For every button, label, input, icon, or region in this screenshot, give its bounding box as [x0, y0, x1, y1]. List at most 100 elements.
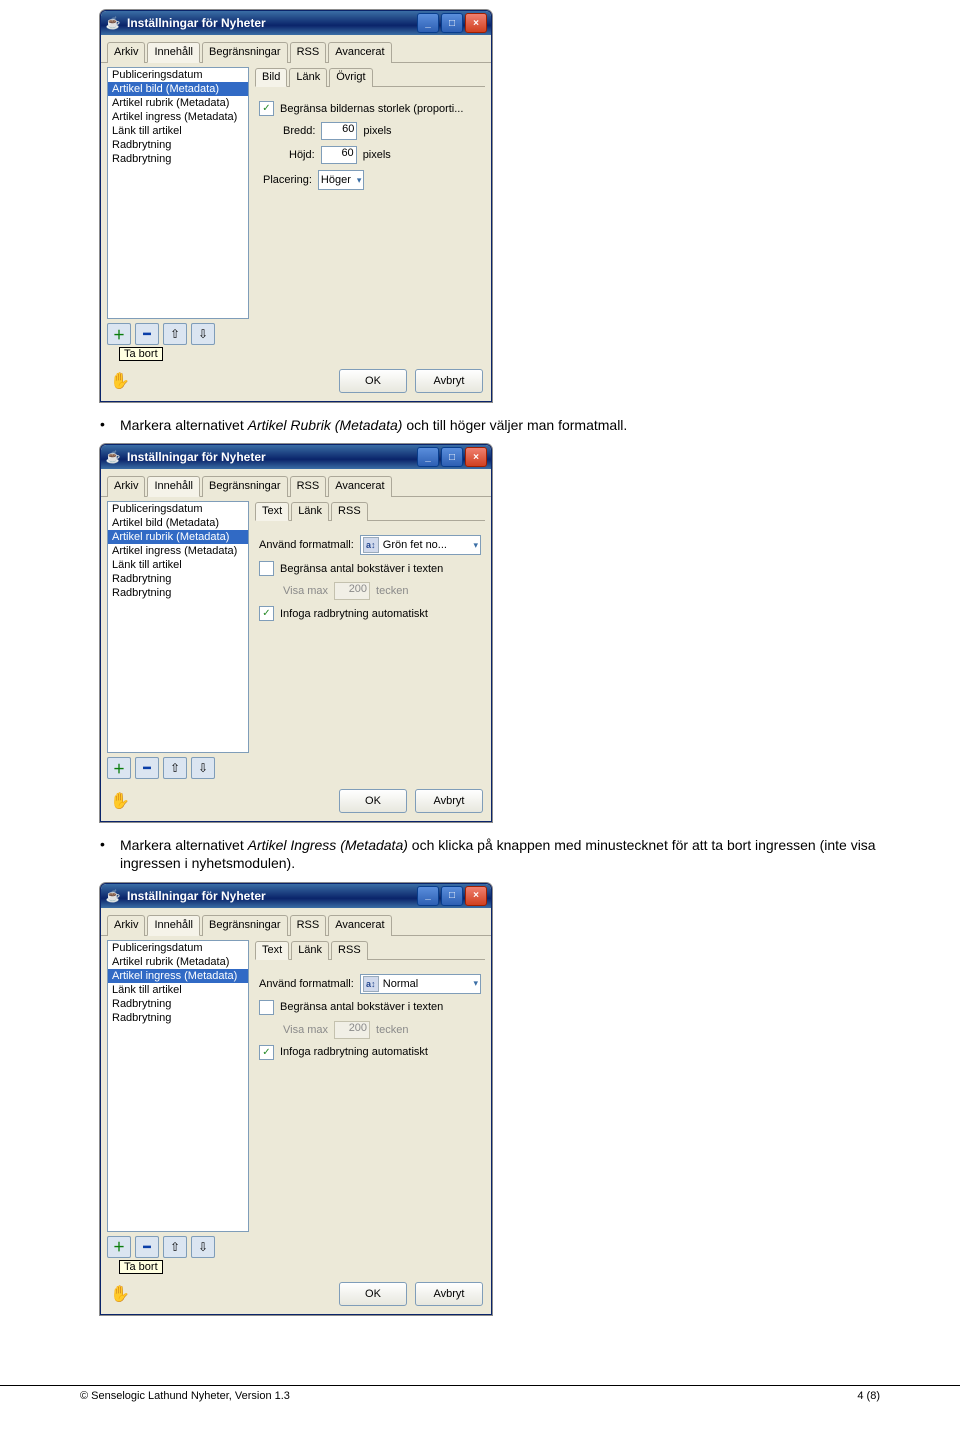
- subtab-text[interactable]: Text: [255, 941, 289, 960]
- tab-begransningar[interactable]: Begränsningar: [202, 42, 288, 63]
- subtab-bild[interactable]: Bild: [255, 68, 287, 87]
- tab-avancerat[interactable]: Avancerat: [328, 476, 391, 497]
- list-item[interactable]: Länk till artikel: [108, 124, 248, 138]
- format-value: Normal: [383, 978, 468, 990]
- sub-tabs: Bild Länk Övrigt: [255, 67, 485, 87]
- list-item[interactable]: Artikel ingress (Metadata): [108, 110, 248, 124]
- cancel-button[interactable]: Avbryt: [415, 369, 483, 393]
- list-item[interactable]: Radbrytning: [108, 586, 248, 600]
- minimize-button[interactable]: _: [417, 13, 439, 33]
- format-select[interactable]: a↕ Normal ▾: [360, 974, 481, 994]
- move-down-button[interactable]: ⇩: [191, 757, 215, 779]
- style-icon: a↕: [363, 537, 379, 553]
- move-up-button[interactable]: ⇧: [163, 1236, 187, 1258]
- chevron-down-icon: ▾: [355, 175, 362, 186]
- list-item[interactable]: Radbrytning: [108, 572, 248, 586]
- tab-begransningar[interactable]: Begränsningar: [202, 476, 288, 497]
- list-item[interactable]: Artikel bild (Metadata): [108, 82, 248, 96]
- height-label: Höjd:: [289, 149, 315, 161]
- list-item[interactable]: Radbrytning: [108, 152, 248, 166]
- maximize-button[interactable]: □: [441, 13, 463, 33]
- limit-chars-checkbox[interactable]: [259, 1000, 274, 1015]
- cancel-button[interactable]: Avbryt: [415, 789, 483, 813]
- list-item[interactable]: Publiceringsdatum: [108, 68, 248, 82]
- chevron-down-icon: ▾: [471, 978, 478, 989]
- tab-rss[interactable]: RSS: [290, 42, 327, 63]
- subtab-lank[interactable]: Länk: [291, 941, 329, 960]
- settings-dialog-1: ☕ Inställningar för Nyheter _ □ × Arkiv …: [100, 10, 492, 402]
- close-button[interactable]: ×: [465, 447, 487, 467]
- limit-chars-checkbox[interactable]: [259, 561, 274, 576]
- content-list[interactable]: Publiceringsdatum Artikel bild (Metadata…: [107, 67, 249, 319]
- auto-break-label: Infoga radbrytning automatiskt: [280, 608, 428, 620]
- move-up-button[interactable]: ⇧: [163, 323, 187, 345]
- move-down-button[interactable]: ⇩: [191, 1236, 215, 1258]
- add-button[interactable]: ＋: [107, 1236, 131, 1258]
- show-max-label: Visa max: [283, 1024, 328, 1036]
- list-item[interactable]: Artikel bild (Metadata): [108, 516, 248, 530]
- list-item[interactable]: Radbrytning: [108, 1011, 248, 1025]
- tab-avancerat[interactable]: Avancerat: [328, 42, 391, 63]
- list-item[interactable]: Artikel rubrik (Metadata): [108, 955, 248, 969]
- list-item[interactable]: Artikel rubrik (Metadata): [108, 530, 248, 544]
- tab-innehall[interactable]: Innehåll: [147, 476, 200, 497]
- tab-innehall[interactable]: Innehåll: [147, 915, 200, 936]
- show-max-unit: tecken: [376, 1024, 408, 1036]
- tab-arkiv[interactable]: Arkiv: [107, 476, 145, 497]
- hand-icon: ✋: [109, 790, 131, 812]
- move-up-button[interactable]: ⇧: [163, 757, 187, 779]
- list-item[interactable]: Radbrytning: [108, 138, 248, 152]
- remove-button[interactable]: ━: [135, 757, 159, 779]
- add-button[interactable]: ＋: [107, 323, 131, 345]
- list-item[interactable]: Artikel rubrik (Metadata): [108, 96, 248, 110]
- list-item[interactable]: Publiceringsdatum: [108, 502, 248, 516]
- tab-innehall[interactable]: Innehåll: [147, 42, 200, 63]
- close-button[interactable]: ×: [465, 886, 487, 906]
- limit-size-checkbox[interactable]: ✓: [259, 101, 274, 116]
- remove-button[interactable]: ━: [135, 323, 159, 345]
- ok-button[interactable]: OK: [339, 1282, 407, 1306]
- width-input[interactable]: 60: [321, 122, 357, 140]
- bullet2-italic: Artikel Ingress (Metadata): [248, 837, 408, 853]
- add-button[interactable]: ＋: [107, 757, 131, 779]
- minimize-button[interactable]: _: [417, 447, 439, 467]
- list-item[interactable]: Länk till artikel: [108, 558, 248, 572]
- minimize-button[interactable]: _: [417, 886, 439, 906]
- auto-break-checkbox[interactable]: ✓: [259, 606, 274, 621]
- tab-begransningar[interactable]: Begränsningar: [202, 915, 288, 936]
- auto-break-checkbox[interactable]: ✓: [259, 1045, 274, 1060]
- list-item[interactable]: Artikel ingress (Metadata): [108, 969, 248, 983]
- cancel-button[interactable]: Avbryt: [415, 1282, 483, 1306]
- window-title: Inställningar för Nyheter: [127, 16, 417, 30]
- remove-button[interactable]: ━: [135, 1236, 159, 1258]
- width-unit: pixels: [363, 125, 391, 137]
- move-down-button[interactable]: ⇩: [191, 323, 215, 345]
- window-title: Inställningar för Nyheter: [127, 889, 417, 903]
- tab-rss[interactable]: RSS: [290, 476, 327, 497]
- close-button[interactable]: ×: [465, 13, 487, 33]
- list-item[interactable]: Artikel ingress (Metadata): [108, 544, 248, 558]
- maximize-button[interactable]: □: [441, 886, 463, 906]
- subtab-lank[interactable]: Länk: [289, 68, 327, 87]
- maximize-button[interactable]: □: [441, 447, 463, 467]
- ok-button[interactable]: OK: [339, 369, 407, 393]
- content-list[interactable]: Publiceringsdatum Artikel bild (Metadata…: [107, 501, 249, 753]
- format-select[interactable]: a↕ Grön fet no... ▾: [360, 535, 481, 555]
- subtab-lank[interactable]: Länk: [291, 502, 329, 521]
- content-list[interactable]: Publiceringsdatum Artikel rubrik (Metada…: [107, 940, 249, 1232]
- list-item[interactable]: Länk till artikel: [108, 983, 248, 997]
- show-max-input: 200: [334, 1021, 370, 1039]
- list-item[interactable]: Publiceringsdatum: [108, 941, 248, 955]
- subtab-ovrigt[interactable]: Övrigt: [329, 68, 372, 87]
- ok-button[interactable]: OK: [339, 789, 407, 813]
- placement-select[interactable]: Höger ▾: [318, 170, 365, 190]
- tab-rss[interactable]: RSS: [290, 915, 327, 936]
- subtab-rss[interactable]: RSS: [331, 502, 368, 521]
- tab-arkiv[interactable]: Arkiv: [107, 42, 145, 63]
- subtab-rss[interactable]: RSS: [331, 941, 368, 960]
- tab-avancerat[interactable]: Avancerat: [328, 915, 391, 936]
- subtab-text[interactable]: Text: [255, 502, 289, 521]
- height-input[interactable]: 60: [321, 146, 357, 164]
- tab-arkiv[interactable]: Arkiv: [107, 915, 145, 936]
- list-item[interactable]: Radbrytning: [108, 997, 248, 1011]
